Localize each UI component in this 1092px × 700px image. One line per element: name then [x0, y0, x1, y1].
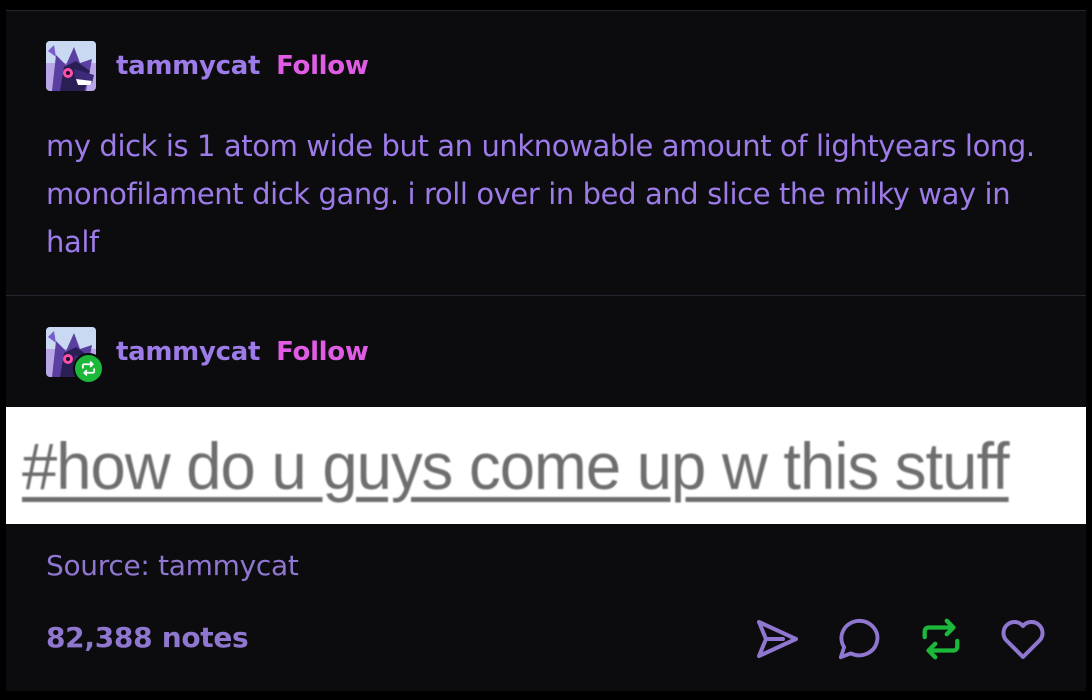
share-icon — [757, 620, 798, 658]
post-header: tammycat Follow — [46, 326, 369, 384]
like-button[interactable] — [998, 614, 1048, 664]
post-divider — [6, 295, 1086, 296]
username[interactable]: tammycat — [116, 51, 260, 81]
reblog-button[interactable] — [916, 614, 966, 664]
post-body: my dick is 1 atom wide but an unknowable… — [46, 129, 1035, 259]
like-icon — [1001, 620, 1045, 659]
follow-button[interactable]: Follow — [276, 337, 369, 367]
follow-button[interactable]: Follow — [276, 51, 369, 81]
reblog-badge-icon — [73, 353, 104, 384]
dragon-avatar-icon — [46, 41, 96, 91]
tag-screenshot-image: #how do u guys come up w this stuff — [6, 407, 1086, 524]
avatar[interactable] — [46, 327, 104, 384]
post-card: tammycat Follow my dick is 1 atom wide b… — [6, 10, 1086, 691]
share-button[interactable] — [752, 614, 802, 664]
reply-icon — [838, 618, 880, 660]
reply-button[interactable] — [834, 614, 884, 664]
post-actions — [720, 614, 1048, 664]
notes-count[interactable]: 82,388 notes — [46, 621, 249, 654]
reblog-icon — [922, 618, 960, 660]
screen: tammycat Follow my dick is 1 atom wide b… — [0, 0, 1092, 700]
username[interactable]: tammycat — [116, 337, 260, 367]
source-link[interactable]: Source: tammycat — [46, 549, 299, 582]
tag-text: #how do u guys come up w this stuff — [22, 428, 1010, 503]
post-header: tammycat Follow — [46, 40, 369, 92]
avatar[interactable] — [46, 41, 96, 91]
